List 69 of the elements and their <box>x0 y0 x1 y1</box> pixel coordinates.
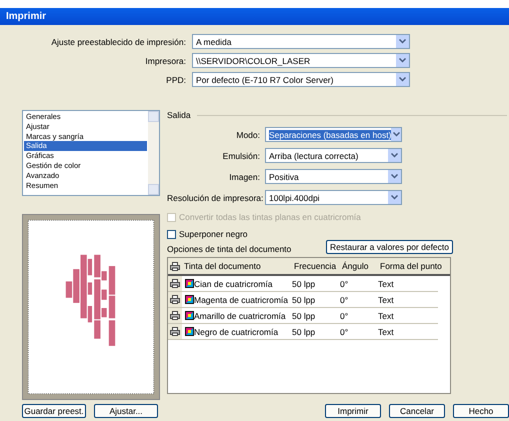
dropdown-field[interactable]: A medida <box>192 34 410 49</box>
dialog-button[interactable]: Ajustar... <box>94 404 158 418</box>
field-label: Ajuste preestablecido de impresión: <box>50 36 186 46</box>
table-cell-text: Text <box>378 326 395 336</box>
field-label: Impresora: <box>144 56 186 66</box>
dropdown-field[interactable]: \\SERVIDOR\COLOR_LASER <box>192 53 410 68</box>
restore-defaults-button[interactable]: Restaurar a valores por defecto <box>326 240 453 254</box>
column-header[interactable]: Frecuencia <box>292 261 340 271</box>
dropdown-button[interactable] <box>391 128 401 141</box>
dropdown-field[interactable]: Separaciones (basadas en host) <box>265 127 402 142</box>
column-header[interactable]: Forma del punto <box>378 261 450 271</box>
dropdown-button[interactable] <box>396 35 409 48</box>
table-cell-text: 50 lpp <box>292 278 316 288</box>
field-label: Modo: <box>235 130 260 140</box>
dialog-button[interactable]: Guardar preest. <box>22 404 86 418</box>
printer-icon <box>170 262 180 270</box>
table-cell-text: 0° <box>340 310 350 320</box>
table-cell-text: 50 lpp <box>292 294 316 304</box>
table-cell-text: 0° <box>340 294 350 304</box>
process-ink-icon <box>185 311 194 320</box>
dropdown-field[interactable]: Positiva <box>265 169 402 184</box>
table-cell-text: Negro de cuatricromía <box>194 326 280 336</box>
table-cell-text: Amarillo de cuatricromía <box>194 310 287 320</box>
scrollbar[interactable] <box>148 111 159 195</box>
table-cell-text: Text <box>378 310 395 320</box>
process-ink-icon <box>185 327 194 336</box>
checkbox-label: Superponer negro <box>179 229 248 239</box>
chevron-icon <box>392 132 400 137</box>
chevron-icon <box>399 77 406 82</box>
dialog-button[interactable]: Imprimir <box>325 404 381 418</box>
printer-icon <box>170 311 180 320</box>
table-cell-text: 0° <box>340 326 350 336</box>
chevron-icon <box>391 195 398 200</box>
chevron-icon <box>391 153 398 158</box>
table-cell-text: 0° <box>340 278 350 288</box>
process-ink-icon <box>185 279 194 288</box>
window-title: Imprimir <box>0 8 509 25</box>
dropdown-button[interactable] <box>396 54 409 67</box>
table-cell-text: 50 lpp <box>292 326 316 336</box>
group-label: Opciones de tinta del documento <box>167 244 292 254</box>
table-cell-text: Magenta de cuatricromía <box>194 294 290 304</box>
table-cell-text: Cian de cuatricromía <box>194 278 274 288</box>
column-header[interactable]: Ángulo <box>340 261 378 271</box>
checkbox-label: Convertir todas las tintas planas en cuatricromía <box>179 212 361 222</box>
field-label: Emulsión: <box>222 150 260 160</box>
printer-icon <box>170 327 180 336</box>
field-label: Imagen: <box>228 172 260 182</box>
dialog-button[interactable]: Hecho <box>453 404 509 418</box>
table-cell-text: Text <box>378 294 395 304</box>
section-title: Salida <box>167 110 191 120</box>
field-label: PPD: <box>165 74 186 84</box>
dropdown-button[interactable] <box>396 73 409 86</box>
column-header[interactable]: Tinta del documento <box>182 261 292 271</box>
process-ink-icon <box>185 295 194 304</box>
dropdown-field[interactable]: Por defecto (E-710 R7 Color Server) <box>192 72 410 87</box>
chevron-icon <box>399 58 406 63</box>
dropdown-field[interactable]: Arriba (lectura correcta) <box>265 148 402 163</box>
chevron-icon <box>391 174 398 179</box>
dropdown-button[interactable] <box>388 170 401 183</box>
printer-icon <box>170 295 180 304</box>
chevron-icon <box>399 39 406 44</box>
dropdown-button[interactable] <box>388 149 401 162</box>
table-cell-text: 50 lpp <box>292 310 316 320</box>
checkbox[interactable] <box>167 230 176 238</box>
table-cell-text: Text <box>378 278 395 288</box>
dialog-button[interactable]: Cancelar <box>389 404 445 418</box>
dropdown-button[interactable] <box>388 191 401 204</box>
dropdown-field[interactable]: 100lpi.400dpi <box>265 190 402 205</box>
printer-icon <box>170 279 180 288</box>
